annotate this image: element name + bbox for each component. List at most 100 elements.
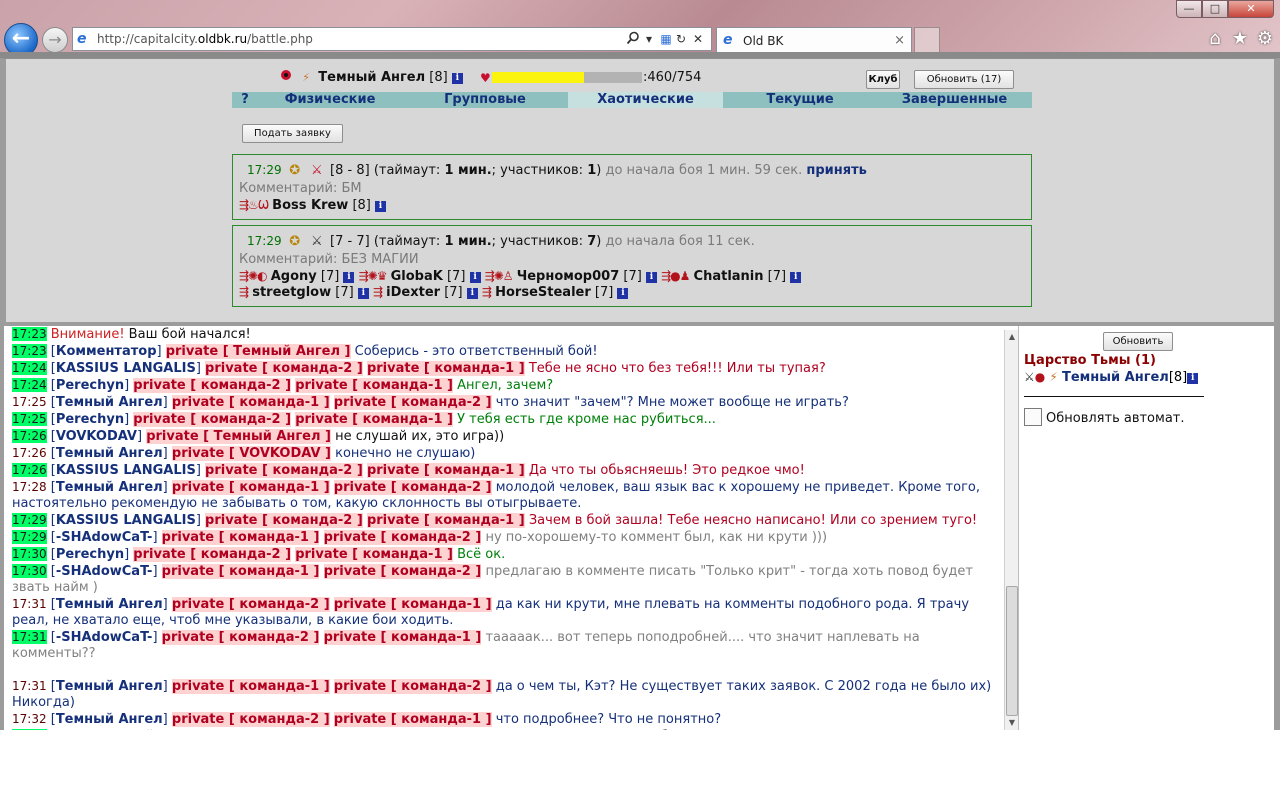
message-author[interactable]: Темный Ангел — [56, 597, 163, 612]
private-target[interactable]: private [ Темный Ангел ] — [146, 429, 331, 444]
private-target[interactable]: private [ команда-2 ] — [205, 463, 363, 478]
player-link[interactable]: Boss Krew — [272, 198, 348, 213]
private-target[interactable]: private [ команда-2 ] — [333, 679, 492, 694]
scroll-up-icon[interactable]: ▲ — [1005, 330, 1019, 344]
tab-help[interactable]: ? — [232, 92, 258, 108]
private-target[interactable]: private [ команда-2 ] — [133, 378, 292, 393]
home-icon[interactable]: ⌂ — [1203, 27, 1227, 51]
message-author[interactable]: Темный Ангел — [56, 480, 163, 495]
private-target[interactable]: private [ команда-1 ] — [366, 463, 525, 478]
message-author[interactable]: Perechyn — [56, 412, 124, 427]
scroll-thumb[interactable] — [1006, 586, 1018, 716]
refresh-fights-button[interactable]: Обновить (17) — [914, 70, 1014, 89]
message-author[interactable]: KASSIUS LANGALIS — [56, 361, 196, 376]
private-target[interactable]: private [ команда-1 ] — [171, 395, 330, 410]
private-target[interactable]: private [ команда-2 ] — [323, 530, 482, 545]
private-target[interactable]: private [ команда-1 ] — [366, 361, 525, 376]
private-target[interactable]: private [ команда-2 ] — [333, 395, 492, 410]
player-link[interactable]: Chatlanin — [694, 269, 764, 284]
private-target[interactable]: private [ команда-1 ] — [171, 480, 330, 495]
address-bar[interactable]: e http://capitalcity.oldbk.ru/battle.php… — [72, 27, 712, 51]
auto-refresh-checkbox[interactable] — [1024, 408, 1042, 426]
favorites-icon[interactable]: ★ — [1228, 27, 1252, 51]
player-name[interactable]: Темный Ангел — [318, 70, 425, 85]
player-link[interactable]: HorseStealer — [495, 285, 591, 300]
info-icon[interactable]: i — [343, 272, 355, 283]
player-link[interactable]: Agony — [271, 269, 317, 284]
tab-old-bk[interactable]: e Old BK × — [716, 27, 912, 53]
dropdown-icon[interactable]: ▾ — [641, 31, 657, 47]
compat-icon[interactable]: ▦ — [658, 31, 674, 47]
stop-icon[interactable]: ✕ — [690, 31, 706, 47]
player-link[interactable]: iDexter — [386, 285, 440, 300]
private-target[interactable]: private [ команда-2 ] — [133, 547, 292, 562]
close-window-button[interactable]: ✕ — [1228, 0, 1274, 18]
private-target[interactable]: private [ команда-1 ] — [366, 513, 525, 528]
apply-button[interactable]: Подать заявку — [242, 124, 343, 143]
private-target[interactable]: private [ команда-2 ] — [171, 597, 330, 612]
search-icon[interactable] — [625, 31, 641, 47]
private-target[interactable]: private [ команда-1 ] — [171, 679, 330, 694]
private-target[interactable]: private [ команда-1 ] — [295, 378, 453, 393]
new-tab-button[interactable] — [914, 27, 940, 53]
forward-button[interactable]: → — [42, 27, 68, 53]
private-target[interactable]: private [ команда-1 ] — [333, 597, 492, 612]
maximize-button[interactable]: □ — [1202, 0, 1228, 18]
message-author[interactable]: Комментатор — [56, 344, 157, 359]
message-author[interactable]: -SHAdowCaT- — [56, 630, 153, 645]
tab-finished[interactable]: Завершенные — [877, 92, 1032, 108]
tab-current[interactable]: Текущие — [723, 92, 877, 108]
info-icon[interactable]: i — [1187, 373, 1199, 384]
accept-link[interactable]: принять — [806, 163, 866, 178]
message-author[interactable]: Темный Ангел — [56, 446, 163, 461]
message-author[interactable]: Темный Ангел — [56, 679, 163, 694]
message-author[interactable]: Perechyn — [56, 378, 124, 393]
private-target[interactable]: private [ команда-2 ] — [171, 712, 330, 727]
chat-log[interactable]: 17:23 Внимание! Ваш бой начался! 17:23 [К… — [4, 326, 1004, 730]
player-link[interactable]: Черномор007 — [517, 269, 620, 284]
private-target[interactable]: private [ команда-1 ] — [161, 564, 320, 579]
tab-close-icon[interactable]: × — [894, 28, 905, 54]
tools-icon[interactable]: ⚙ — [1253, 27, 1277, 51]
back-button[interactable]: ← — [4, 23, 38, 57]
message-author[interactable]: Темный Ангел — [56, 712, 163, 727]
address-url[interactable]: http://capitalcity.oldbk.ru/battle.php — [97, 28, 313, 50]
info-icon[interactable]: i — [375, 201, 387, 212]
info-icon[interactable]: i — [469, 272, 481, 283]
info-icon[interactable]: i — [357, 288, 369, 299]
message-author[interactable]: VOVKODAV — [56, 429, 137, 444]
private-target[interactable]: private [ команда-2 ] — [133, 412, 292, 427]
info-icon[interactable]: i — [466, 288, 478, 299]
private-target[interactable]: private [ VOVKODAV ] — [171, 446, 331, 461]
player-link[interactable]: GlobaK — [391, 269, 443, 284]
private-target[interactable]: private [ Темный Ангел ] — [165, 344, 351, 359]
private-target[interactable]: private [ команда-1 ] — [323, 630, 482, 645]
private-target[interactable]: private [ команда-1 ] — [161, 530, 320, 545]
info-icon[interactable]: i — [617, 288, 629, 299]
refresh-icon[interactable]: ↻ — [673, 31, 689, 47]
message-author[interactable]: Темный Ангел — [56, 395, 163, 410]
private-target[interactable]: private [ команда-2 ] — [333, 480, 492, 495]
tab-group[interactable]: Групповые — [402, 92, 568, 108]
message-author[interactable]: -SHAdowCaT- — [56, 564, 153, 579]
info-icon[interactable]: i — [645, 272, 657, 283]
message-author[interactable]: Perechyn — [56, 547, 124, 562]
info-icon[interactable]: i — [790, 272, 802, 283]
private-target[interactable]: private [ команда-2 ] — [205, 513, 363, 528]
member-name[interactable]: Темный Ангел — [1062, 370, 1169, 385]
private-target[interactable]: private [ команда-1 ] — [333, 712, 492, 727]
player-link[interactable]: streetglow — [252, 285, 331, 300]
refresh-online-button[interactable]: Обновить — [1103, 332, 1173, 351]
message-author[interactable]: KASSIUS LANGALIS — [56, 513, 196, 528]
private-target[interactable]: private [ команда-2 ] — [205, 361, 363, 376]
club-button[interactable]: Клуб — [866, 70, 900, 89]
tab-physical[interactable]: Физические — [258, 92, 402, 108]
message-author[interactable]: -SHAdowCaT- — [56, 530, 153, 545]
info-icon[interactable]: i — [451, 73, 463, 84]
private-target[interactable]: private [ команда-1 ] — [295, 412, 453, 427]
minimize-button[interactable]: — — [1176, 0, 1202, 18]
message-author[interactable]: KASSIUS LANGALIS — [56, 463, 196, 478]
private-target[interactable]: private [ команда-2 ] — [161, 630, 320, 645]
private-target[interactable]: private [ команда-1 ] — [295, 547, 453, 562]
scroll-down-icon[interactable]: ▼ — [1005, 716, 1019, 730]
